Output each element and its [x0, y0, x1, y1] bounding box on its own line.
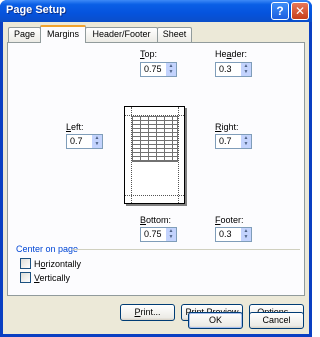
- vertically-label[interactable]: Vertically: [34, 273, 70, 283]
- group-divider: [72, 249, 300, 250]
- horizontally-checkbox[interactable]: [20, 258, 31, 269]
- title-bar[interactable]: Page Setup ? ✕: [0, 0, 312, 22]
- spin-down-icon[interactable]: ▼: [92, 141, 102, 147]
- left-label: Left:: [66, 122, 84, 132]
- bottom-margin-spinner[interactable]: 0.75 ▲ ▼: [140, 227, 177, 242]
- bottom-spin-arrows[interactable]: ▲ ▼: [165, 228, 176, 241]
- footer-margin-spinner[interactable]: 0.3 ▲ ▼: [215, 227, 252, 242]
- print-button[interactable]: Print...: [120, 304, 175, 321]
- header-label: Header:: [215, 49, 248, 59]
- left-spin-arrows[interactable]: ▲ ▼: [91, 135, 102, 148]
- tab-header-footer[interactable]: Header/Footer: [85, 27, 158, 42]
- close-icon: ✕: [294, 4, 306, 18]
- left-margin-spinner[interactable]: 0.7 ▲ ▼: [66, 134, 103, 149]
- top-spin-arrows[interactable]: ▲ ▼: [165, 63, 176, 76]
- ok-button[interactable]: OK: [188, 312, 243, 329]
- header-margin-value[interactable]: 0.3: [219, 64, 232, 74]
- tab-sheet[interactable]: Sheet: [157, 27, 192, 42]
- tab-page[interactable]: Page: [8, 27, 41, 42]
- margins-panel: Top: 0.75 ▲ ▼ Header: 0.3 ▲ ▼ Left: 0.7 ▲ ▼…: [7, 42, 305, 321]
- left-margin-guide: [131, 107, 132, 203]
- top-margin-guide: [125, 115, 184, 116]
- header-spin-arrows[interactable]: ▲ ▼: [240, 63, 251, 76]
- vertically-checkbox[interactable]: [20, 272, 31, 283]
- horizontally-label[interactable]: Horizontally: [34, 259, 81, 269]
- right-margin-guide: [178, 107, 179, 203]
- right-spin-arrows[interactable]: ▲ ▼: [240, 135, 251, 148]
- help-button[interactable]: ?: [271, 2, 289, 20]
- top-margin-spinner[interactable]: 0.75 ▲ ▼: [140, 62, 177, 77]
- bottom-margin-value[interactable]: 0.75: [144, 229, 162, 239]
- right-label: Right:: [215, 122, 239, 132]
- help-icon: ?: [276, 4, 284, 18]
- spin-down-icon[interactable]: ▼: [166, 69, 176, 75]
- top-margin-value[interactable]: 0.75: [144, 64, 162, 74]
- spin-down-icon[interactable]: ▼: [241, 141, 251, 147]
- window-title: Page Setup: [6, 4, 66, 16]
- bottom-margin-guide: [125, 195, 184, 196]
- left-margin-value[interactable]: 0.7: [70, 136, 83, 146]
- spin-down-icon[interactable]: ▼: [241, 234, 251, 240]
- tab-margins[interactable]: Margins: [40, 25, 86, 43]
- dialog-client-area: Page Margins Header/Footer Sheet Top: 0.…: [3, 22, 309, 334]
- close-button[interactable]: ✕: [291, 2, 309, 20]
- center-on-page-title: Center on page: [16, 244, 79, 254]
- worksheet-grid-preview: [132, 116, 178, 162]
- footer-spin-arrows[interactable]: ▲ ▼: [240, 228, 251, 241]
- footer-label: Footer:: [215, 215, 244, 225]
- header-margin-spinner[interactable]: 0.3 ▲ ▼: [215, 62, 252, 77]
- right-margin-spinner[interactable]: 0.7 ▲ ▼: [215, 134, 252, 149]
- cancel-button[interactable]: Cancel: [249, 312, 304, 329]
- spin-down-icon[interactable]: ▼: [166, 234, 176, 240]
- page-preview: [124, 106, 185, 204]
- top-label: Top:: [140, 49, 158, 59]
- bottom-label: Bottom:: [140, 215, 172, 225]
- spin-down-icon[interactable]: ▼: [241, 69, 251, 75]
- right-margin-value[interactable]: 0.7: [219, 136, 232, 146]
- page-setup-dialog: Page Setup ? ✕ Page Margins Header/Foote…: [0, 0, 312, 337]
- footer-margin-value[interactable]: 0.3: [219, 229, 232, 239]
